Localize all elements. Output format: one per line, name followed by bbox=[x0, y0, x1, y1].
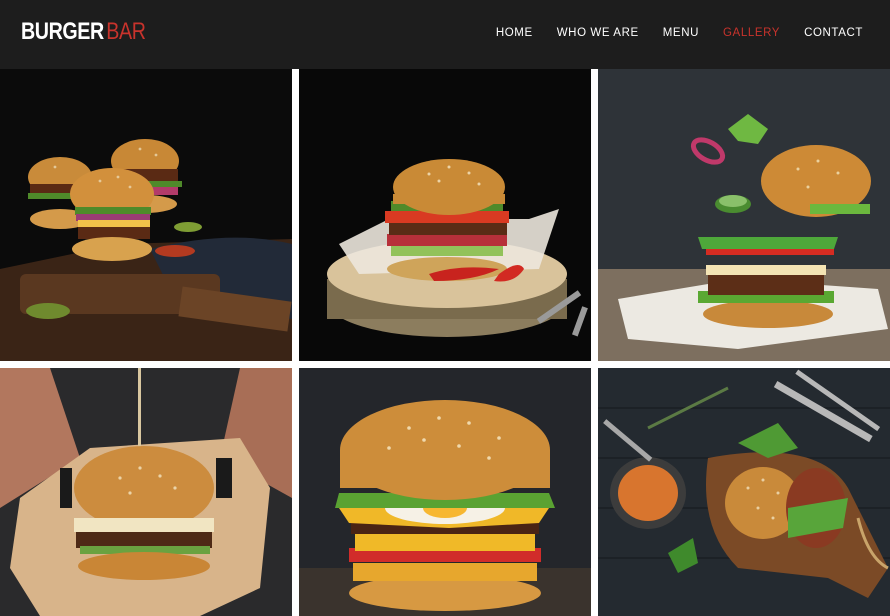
nav-gallery[interactable]: GALLERY bbox=[723, 27, 780, 39]
brand-logo[interactable]: BURGER BAR bbox=[21, 18, 146, 46]
main-nav: HOME WHO WE ARE MENU GALLERY CONTACT bbox=[472, 27, 863, 39]
floating-burger-image bbox=[598, 69, 890, 361]
gallery-image-1[interactable] bbox=[0, 69, 292, 361]
brand-logo-part2: BAR bbox=[106, 18, 146, 45]
gallery-grid bbox=[0, 69, 890, 616]
burger-trio-image bbox=[0, 69, 292, 361]
gallery-image-4[interactable] bbox=[0, 368, 292, 616]
burger-on-log-image bbox=[299, 69, 591, 361]
brand-logo-part1: BURGER bbox=[21, 18, 104, 45]
gallery-image-2[interactable] bbox=[299, 69, 591, 361]
gallery-image-6[interactable] bbox=[598, 368, 890, 616]
nav-menu[interactable]: MENU bbox=[663, 27, 699, 39]
double-cheeseburger-image bbox=[299, 368, 591, 616]
site-header: BURGER BAR HOME WHO WE ARE MENU GALLERY C… bbox=[0, 0, 890, 69]
gallery-image-3[interactable] bbox=[598, 69, 890, 361]
nav-home[interactable]: HOME bbox=[496, 27, 533, 39]
nav-who-we-are[interactable]: WHO WE ARE bbox=[557, 27, 639, 39]
nav-contact[interactable]: CONTACT bbox=[804, 27, 863, 39]
gallery-image-5[interactable] bbox=[299, 368, 591, 616]
wrapped-burger-image bbox=[0, 368, 292, 616]
burger-board-image bbox=[598, 368, 890, 616]
